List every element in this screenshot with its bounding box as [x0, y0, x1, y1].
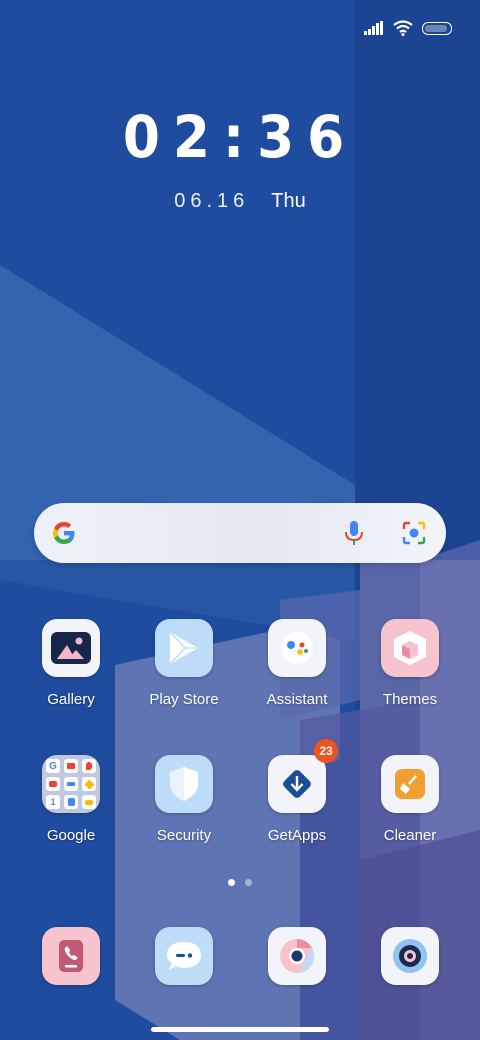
home-gesture-bar[interactable]	[151, 1027, 329, 1032]
play-store-icon	[155, 619, 213, 677]
page-dot-active	[228, 879, 235, 886]
app-cleaner[interactable]: Cleaner	[355, 755, 465, 844]
microphone-icon[interactable]	[342, 519, 366, 547]
chrome-icon	[268, 927, 326, 985]
assistant-icon	[268, 619, 326, 677]
clock-weekday: Thu	[271, 190, 306, 212]
app-label: Play Store	[149, 691, 219, 708]
clock-date: 06.16	[174, 190, 250, 212]
app-label: Gallery	[47, 691, 95, 708]
app-google-folder[interactable]: G 1 Google	[16, 755, 126, 844]
dock-phone[interactable]	[16, 927, 126, 985]
google-g-icon	[53, 522, 75, 544]
wifi-icon	[393, 20, 413, 36]
signal-bars-icon	[364, 21, 383, 35]
clock-time[interactable]: 02:36	[19, 104, 461, 170]
dock-chrome[interactable]	[242, 927, 352, 985]
app-label: GetApps	[267, 827, 327, 844]
google-search-bar[interactable]	[34, 503, 446, 563]
app-assistant[interactable]: Assistant	[242, 619, 352, 708]
battery-icon	[422, 21, 452, 35]
date-row[interactable]: 06.16 Thu	[0, 190, 480, 213]
app-label: Themes	[382, 691, 438, 708]
messages-icon	[155, 927, 213, 985]
shield-icon	[155, 755, 213, 813]
app-themes[interactable]: Themes	[355, 619, 465, 708]
app-label: Cleaner	[383, 827, 437, 844]
dock-camera[interactable]	[355, 927, 465, 985]
notification-badge: 23	[314, 739, 338, 763]
themes-icon	[381, 619, 439, 677]
camera-lens-icon[interactable]	[400, 519, 428, 547]
app-label: Google	[46, 827, 96, 844]
camera-icon	[381, 927, 439, 985]
status-bar	[364, 14, 452, 42]
app-play-store[interactable]: Play Store	[129, 619, 239, 708]
gallery-icon	[42, 619, 100, 677]
page-dot	[245, 879, 252, 886]
google-folder-icon: G 1	[42, 755, 100, 813]
download-arrow-icon: 23	[268, 739, 338, 813]
app-getapps[interactable]: 23 GetApps	[242, 739, 352, 844]
app-gallery[interactable]: Gallery	[16, 619, 126, 708]
phone-icon	[42, 927, 100, 985]
app-label: Assistant	[266, 691, 328, 708]
app-label: Security	[156, 827, 212, 844]
dock-messages[interactable]	[129, 927, 239, 985]
page-indicator	[0, 879, 480, 886]
broom-icon	[381, 755, 439, 813]
app-security[interactable]: Security	[129, 755, 239, 844]
